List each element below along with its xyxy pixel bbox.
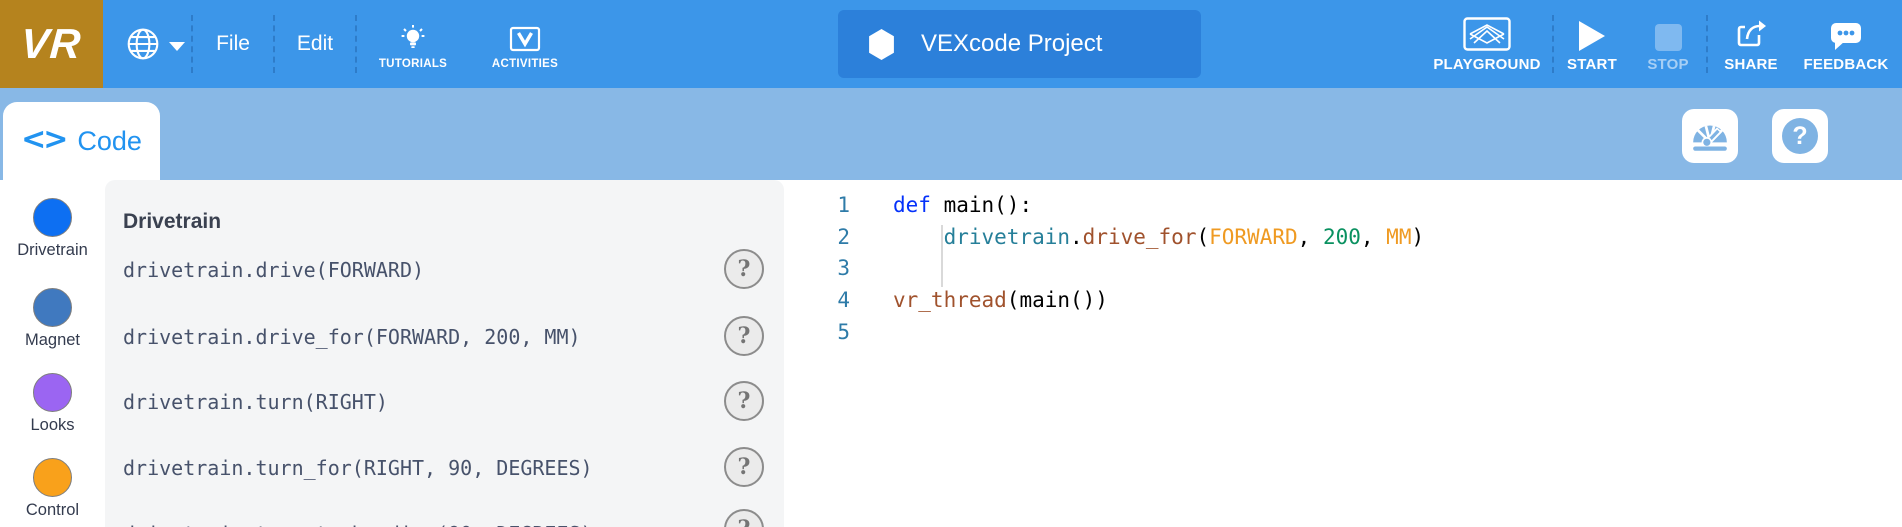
- vr-logo-text: VR: [20, 20, 84, 68]
- category-drivetrain-circle[interactable]: [33, 198, 72, 237]
- share-label: SHARE: [1724, 56, 1778, 73]
- top-navbar: VR File Edit: [0, 0, 1902, 88]
- edit-menu[interactable]: Edit: [275, 0, 355, 88]
- stop-icon: [1655, 24, 1682, 51]
- tab-code-label: Code: [77, 126, 142, 157]
- code-brackets-icon: <>: [21, 122, 65, 161]
- activities-icon: [508, 24, 542, 54]
- command-help-button[interactable]: ?: [724, 381, 764, 421]
- playground-button[interactable]: PLAYGROUND: [1422, 0, 1552, 88]
- command-text[interactable]: drivetrain.drive(FORWARD): [123, 257, 424, 283]
- code-line: 2 drivetrain.drive_for(FORWARD, 200, MM): [784, 222, 1902, 254]
- playground-icon: [1463, 17, 1511, 51]
- category-looks-label: Looks: [0, 416, 105, 435]
- palette-heading: Drivetrain: [123, 210, 221, 234]
- sidebar-item-looks[interactable]: Looks: [0, 373, 105, 435]
- code-lines: 1def main():2 drivetrain.drive_for(FORWA…: [784, 190, 1902, 348]
- activities-label: ACTIVITIES: [492, 58, 558, 70]
- code-text: def main():: [893, 190, 1032, 222]
- code-line: 4 vr_thread(main()): [784, 285, 1902, 317]
- command-help-button[interactable]: ?: [724, 509, 764, 527]
- language-menu-button[interactable]: [119, 0, 191, 88]
- category-looks-circle[interactable]: [33, 373, 72, 412]
- category-magnet-circle[interactable]: [33, 288, 72, 327]
- category-control-label: Control: [0, 501, 105, 520]
- command-text[interactable]: drivetrain.drive_for(FORWARD, 200, MM): [123, 324, 581, 350]
- vexcode-app: VR File Edit: [0, 0, 1902, 527]
- start-label: START: [1567, 56, 1617, 73]
- command-text[interactable]: drivetrain.turn_to_heading(90, DEGREES): [123, 521, 593, 527]
- share-button[interactable]: SHARE: [1708, 0, 1794, 88]
- main-content: Drivetrain Magnet Looks Control Drivetrain …: [0, 180, 1902, 527]
- code-line: 1 def main():: [784, 190, 1902, 222]
- vr-logo[interactable]: VR: [0, 0, 103, 88]
- indent-guide: [941, 225, 943, 287]
- hexagon-icon: [868, 29, 895, 60]
- line-number: 5: [784, 317, 850, 349]
- question-mark-icon: ?: [1782, 118, 1818, 154]
- code-editor[interactable]: 1def main():2 drivetrain.drive_for(FORWA…: [784, 180, 1902, 527]
- project-title-button[interactable]: VEXcode Project: [838, 10, 1201, 78]
- category-sidebar: Drivetrain Magnet Looks Control: [0, 180, 105, 527]
- stop-button[interactable]: STOP: [1630, 0, 1706, 88]
- share-icon: [1735, 19, 1767, 51]
- feedback-button[interactable]: FEEDBACK: [1794, 0, 1898, 88]
- project-title: VEXcode Project: [921, 30, 1102, 58]
- chevron-down-icon: [169, 42, 185, 51]
- code-text: vr_thread(main()): [893, 285, 1108, 317]
- feedback-label: FEEDBACK: [1804, 56, 1889, 73]
- tab-code[interactable]: <> Code: [3, 102, 160, 180]
- gauge-icon: [1690, 119, 1730, 153]
- tab-bar: <> Code ?: [0, 88, 1902, 180]
- command-help-button[interactable]: ?: [724, 316, 764, 356]
- line-number: 2: [784, 222, 850, 254]
- sidebar-item-drivetrain[interactable]: Drivetrain: [0, 198, 105, 260]
- command-help-button[interactable]: ?: [724, 447, 764, 487]
- code-line: 5: [784, 317, 1902, 349]
- command-text[interactable]: drivetrain.turn_for(RIGHT, 90, DEGREES): [123, 455, 593, 481]
- play-icon: [1579, 21, 1605, 51]
- category-magnet-label: Magnet: [0, 331, 105, 350]
- code-line: 3: [784, 253, 1902, 285]
- sidebar-item-control[interactable]: Control: [0, 458, 105, 520]
- globe-icon: [125, 26, 161, 62]
- category-drivetrain-label: Drivetrain: [0, 241, 105, 260]
- activities-button[interactable]: ACTIVITIES: [469, 0, 581, 88]
- navbar-right-tools: PLAYGROUND START STOP: [1422, 0, 1902, 88]
- command-text[interactable]: drivetrain.turn(RIGHT): [123, 389, 388, 415]
- tutorials-button[interactable]: TUTORIALS: [357, 0, 469, 88]
- feedback-bubble-icon: [1829, 20, 1863, 51]
- file-menu-label: File: [216, 32, 250, 56]
- stop-label: STOP: [1647, 56, 1688, 73]
- line-number: 3: [784, 253, 850, 285]
- sidebar-item-magnet[interactable]: Magnet: [0, 288, 105, 350]
- command-help-button[interactable]: ?: [724, 249, 764, 289]
- category-control-circle[interactable]: [33, 458, 72, 497]
- edit-menu-label: Edit: [297, 32, 333, 56]
- playground-label: PLAYGROUND: [1433, 56, 1540, 73]
- start-button[interactable]: START: [1554, 0, 1630, 88]
- dashboard-button[interactable]: [1682, 109, 1738, 163]
- file-menu[interactable]: File: [193, 0, 273, 88]
- line-number: 4: [784, 285, 850, 317]
- tutorials-label: TUTORIALS: [379, 58, 447, 70]
- code-text: drivetrain.drive_for(FORWARD, 200, MM): [893, 222, 1424, 254]
- line-number: 1: [784, 190, 850, 222]
- command-palette: Drivetrain drivetrain.drive(FORWARD)? dri…: [105, 180, 784, 527]
- help-button[interactable]: ?: [1772, 109, 1828, 163]
- lightbulb-icon: [398, 24, 428, 54]
